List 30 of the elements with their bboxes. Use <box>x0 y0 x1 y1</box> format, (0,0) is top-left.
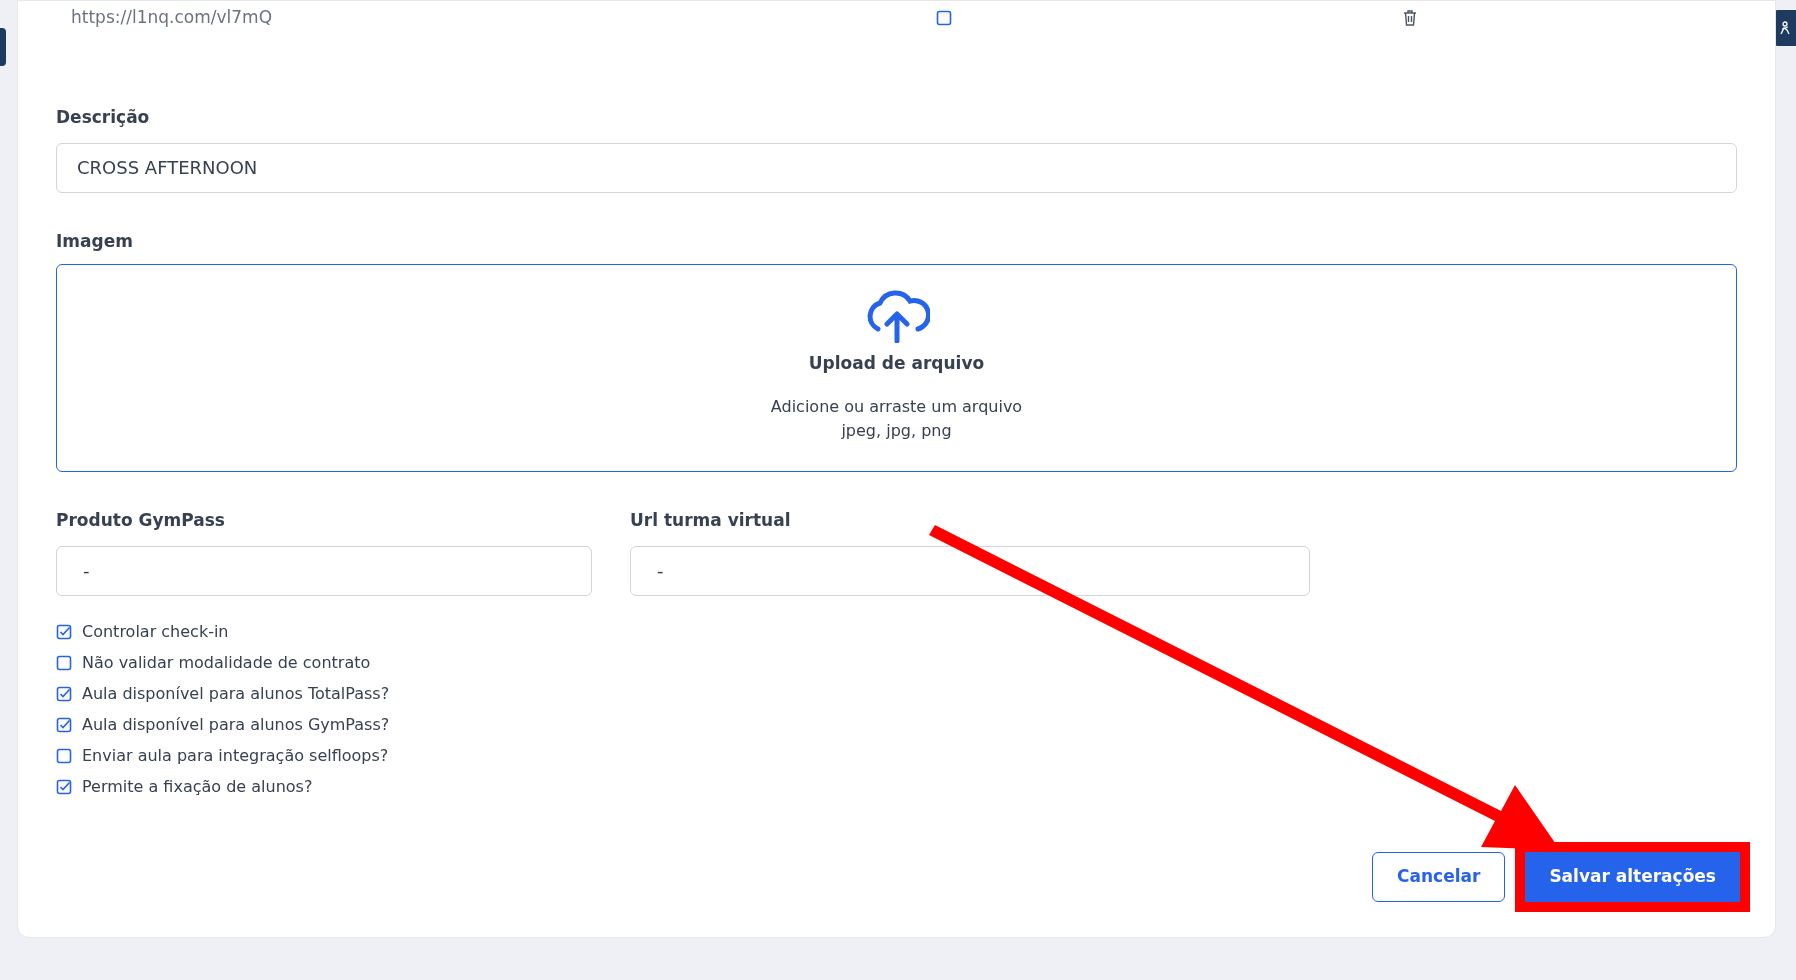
person-icon <box>1779 21 1791 35</box>
url-text: https://l1nq.com/vl7mQ <box>70 6 274 30</box>
upload-title: Upload de arquivo <box>808 352 985 375</box>
side-tab[interactable] <box>1774 10 1796 46</box>
checked-checkbox[interactable] <box>56 716 72 733</box>
checkbox-label: Permite a fixação de alunos? <box>82 775 313 798</box>
text-input[interactable]: - <box>630 545 1310 596</box>
checkbox[interactable] <box>56 747 72 764</box>
checkbox-label: Controlar check-in <box>82 620 229 643</box>
upload-hint: Adicione ou arraste um arquivo <box>770 395 1023 418</box>
checked-checkbox[interactable] <box>56 685 72 702</box>
text-input[interactable]: - <box>56 545 592 596</box>
checked-checkbox[interactable] <box>56 623 72 640</box>
field-label: Produto GymPass <box>56 509 226 532</box>
upload-formats: jpeg, jpg, png <box>841 419 952 442</box>
side-tab[interactable] <box>0 28 6 66</box>
checkbox-label: Aula disponível para alunos TotalPass? <box>82 682 390 705</box>
description-input[interactable]: CROSS AFTERNOON <box>56 142 1737 193</box>
trash-icon[interactable] <box>1402 9 1418 27</box>
field-label: Imagem <box>56 229 134 253</box>
cancel-button[interactable]: Cancelar <box>1372 852 1506 902</box>
upload-dropzone[interactable]: Upload de arquivo Adicione ou arraste um arquivo jpeg, jpg, png <box>56 264 1737 472</box>
field-label: Url turma virtual <box>630 509 792 532</box>
checkbox-label: Aula disponível para alunos GymPass? <box>82 713 390 736</box>
checkbox-label: Não validar modalidade de contrato <box>82 651 371 674</box>
checkbox[interactable] <box>936 10 952 26</box>
checkbox-label: Enviar aula para integração selfloops? <box>82 744 389 767</box>
checked-checkbox[interactable] <box>56 778 72 795</box>
field-label: Descrição <box>56 106 151 129</box>
checkbox[interactable] <box>56 654 72 671</box>
